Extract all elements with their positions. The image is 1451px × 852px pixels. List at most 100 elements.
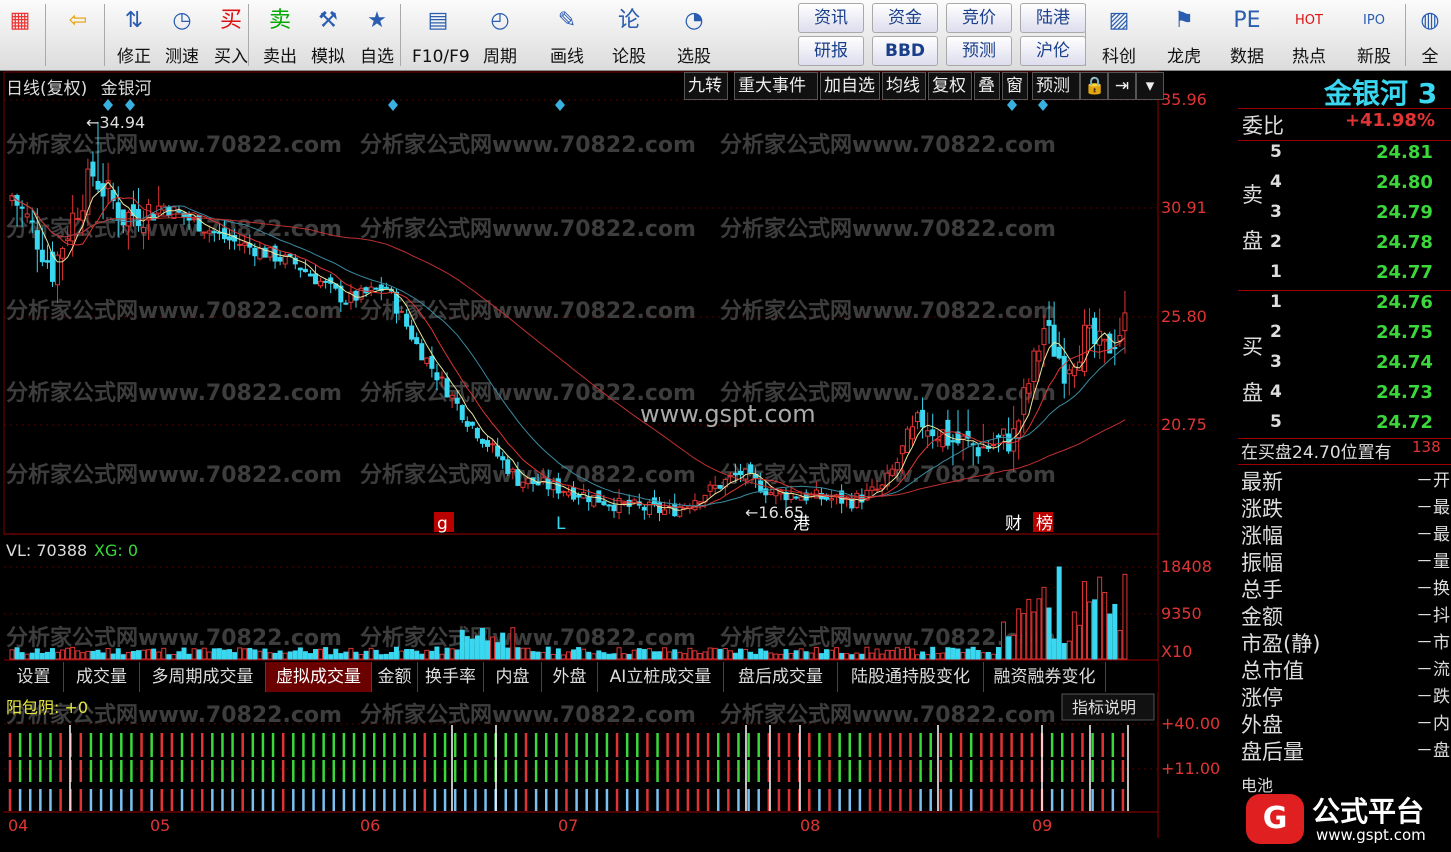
buy-level-row[interactable]: 1 24.76 xyxy=(1238,292,1451,322)
volume-bar xyxy=(459,629,465,660)
toolbar-small-button[interactable]: 资讯 xyxy=(798,3,864,33)
lock-icon[interactable]: 🔒 xyxy=(1080,72,1108,100)
indicator-tab[interactable]: 外盘 xyxy=(542,662,598,692)
chart-button[interactable]: 加自选 xyxy=(820,72,880,100)
toolbar-windowsicon-button[interactable]: ▦ xyxy=(0,0,40,70)
indicator-tick-label: +11.00 xyxy=(1161,759,1220,778)
toolbar-small-button[interactable]: 竞价 xyxy=(946,3,1012,33)
chart-button[interactable]: 复权 xyxy=(928,72,972,100)
volume-bars xyxy=(9,566,1128,660)
toolbar--button[interactable]: ◴ 周期 xyxy=(470,0,530,70)
chart-button[interactable]: 均线 xyxy=(882,72,926,100)
expand-icon[interactable]: ⇥ xyxy=(1108,72,1136,100)
logo-url: www.gspt.com xyxy=(1316,826,1426,844)
candle xyxy=(732,463,738,483)
event-diamond-icon[interactable] xyxy=(555,99,565,111)
indicator-tab[interactable]: 内盘 xyxy=(484,662,542,692)
toolbar--button[interactable]: ⚑ 龙虎 xyxy=(1155,0,1213,70)
indicator-help-button[interactable] xyxy=(1061,693,1155,721)
chart-marker[interactable]: 港 xyxy=(793,514,810,534)
toolbar--button[interactable]: ▨ 科创 xyxy=(1090,0,1148,70)
toolbar--button[interactable]: ★ 自选 xyxy=(354,0,400,70)
sell-level-row[interactable]: 5 24.81 xyxy=(1238,142,1451,172)
buy-level-row[interactable]: 4 24.73 xyxy=(1238,382,1451,412)
indicator-tab[interactable]: 融资融券变化 xyxy=(984,662,1106,692)
chart-marker[interactable]: g xyxy=(437,514,448,534)
level-number: 3 xyxy=(1270,352,1282,372)
volume-bar xyxy=(444,647,450,660)
sell-level-row[interactable]: 4 24.80 xyxy=(1238,172,1451,202)
toolbar--button[interactable]: ◷ 测速 xyxy=(160,0,204,70)
sell-level-row[interactable]: 1 24.77 xyxy=(1238,262,1451,292)
volume-bar xyxy=(788,652,794,660)
toolbar-small-button[interactable]: 资金 xyxy=(872,3,938,33)
watermark-text: 分析家公式网www.70822.com xyxy=(360,625,696,651)
stat-key: 总市值 xyxy=(1241,659,1304,683)
sell-level-row[interactable]: 2 24.78 xyxy=(1238,232,1451,262)
indicator-tab[interactable]: 成交量 xyxy=(64,662,140,692)
buy-level-row[interactable]: 3 24.74 xyxy=(1238,352,1451,382)
toolbar-backarrowicon-button[interactable]: ⇦ xyxy=(50,0,106,70)
volume-bar xyxy=(429,650,435,660)
volume-bar xyxy=(1076,624,1082,660)
indicator-tab[interactable]: 设置 xyxy=(4,662,64,692)
volume-bar xyxy=(227,649,233,660)
toolbar-small-button[interactable]: 陆港 xyxy=(1020,3,1086,33)
toolbar-F10F9-button[interactable]: ▤ F10/F9 xyxy=(412,0,470,70)
chart-button[interactable]: 重大事件 xyxy=(734,72,818,100)
chart-button[interactable]: 九转 xyxy=(684,72,728,100)
chart-button[interactable]: 窗 xyxy=(1002,72,1028,100)
candle xyxy=(409,320,415,342)
toolbar--button[interactable]: ◍ 全 xyxy=(1410,0,1450,70)
toolbar--button[interactable]: ✎ 画线 xyxy=(538,0,596,70)
indicator-tab[interactable]: 陆股通持股变化 xyxy=(838,662,984,692)
toolbar--button[interactable]: PE 数据 xyxy=(1218,0,1276,70)
chart-marker[interactable]: 财 xyxy=(1005,514,1022,534)
toolbar-small-button[interactable]: 沪伦 xyxy=(1020,36,1086,66)
buy-level-row[interactable]: 2 24.75 xyxy=(1238,322,1451,352)
volume-bar xyxy=(297,647,303,660)
toolbar-small-button[interactable]: 研报 xyxy=(798,36,864,66)
volume-bar xyxy=(737,648,743,660)
volume-bar xyxy=(469,638,475,660)
event-diamond-icon[interactable] xyxy=(103,99,113,111)
toolbar--button[interactable]: 论论股 xyxy=(600,0,658,70)
watermark-text: 分析家公式网www.70822.com xyxy=(720,132,1056,158)
candle xyxy=(965,409,971,447)
candle xyxy=(980,423,986,449)
toolbar-small-button[interactable]: 预测 xyxy=(946,36,1012,66)
candle xyxy=(1036,344,1042,382)
candle xyxy=(120,209,126,234)
indicator-tab[interactable]: 金额 xyxy=(372,662,418,692)
toolbar--button[interactable]: ◔ 选股 xyxy=(665,0,723,70)
event-diamond-icon[interactable] xyxy=(388,99,398,111)
toolbar-separator xyxy=(45,4,46,66)
chart-marker[interactable]: 榜 xyxy=(1036,514,1053,534)
volume-bar xyxy=(530,651,536,660)
toolbar-small-button[interactable]: BBD xyxy=(872,36,938,66)
candle xyxy=(581,483,587,499)
dropdown-icon[interactable]: ▾ xyxy=(1136,72,1164,100)
chart-button[interactable]: 叠 xyxy=(974,72,1000,100)
volume-bar xyxy=(1107,613,1113,660)
toolbar--button[interactable]: 卖卖出 xyxy=(258,0,302,70)
chart-marker[interactable]: L xyxy=(556,514,566,534)
indicator-tab[interactable]: 换手率 xyxy=(418,662,484,692)
toolbar--button[interactable]: HOT 热点 xyxy=(1280,0,1338,70)
toolbar--button[interactable]: IPO 新股 xyxy=(1345,0,1403,70)
toolbar--button[interactable]: ⇅ 修正 xyxy=(112,0,156,70)
volume-bar xyxy=(955,648,961,660)
event-diamond-icon[interactable] xyxy=(1007,99,1017,111)
indicator-help-label: 指标说明 xyxy=(1072,698,1136,717)
event-diamond-icon[interactable] xyxy=(125,99,135,111)
toolbar--button[interactable]: ⚒ 模拟 xyxy=(306,0,350,70)
indicator-tab[interactable]: AI立桩成交量 xyxy=(598,662,724,692)
indicator-tab[interactable]: 多周期成交量 xyxy=(140,662,266,692)
indicator-tab[interactable]: 盘后成交量 xyxy=(724,662,838,692)
sell-level-row[interactable]: 3 24.79 xyxy=(1238,202,1451,232)
kline-chart[interactable]: 分析家公式网www.70822.com 分析家公式网www.70822.com 分析… xyxy=(0,0,1451,850)
candle xyxy=(85,158,91,227)
indicator-tab[interactable]: 虚拟成交量 xyxy=(266,662,372,692)
event-diamond-icon[interactable] xyxy=(1038,99,1048,111)
chart-button[interactable]: 预测 xyxy=(1032,72,1080,100)
